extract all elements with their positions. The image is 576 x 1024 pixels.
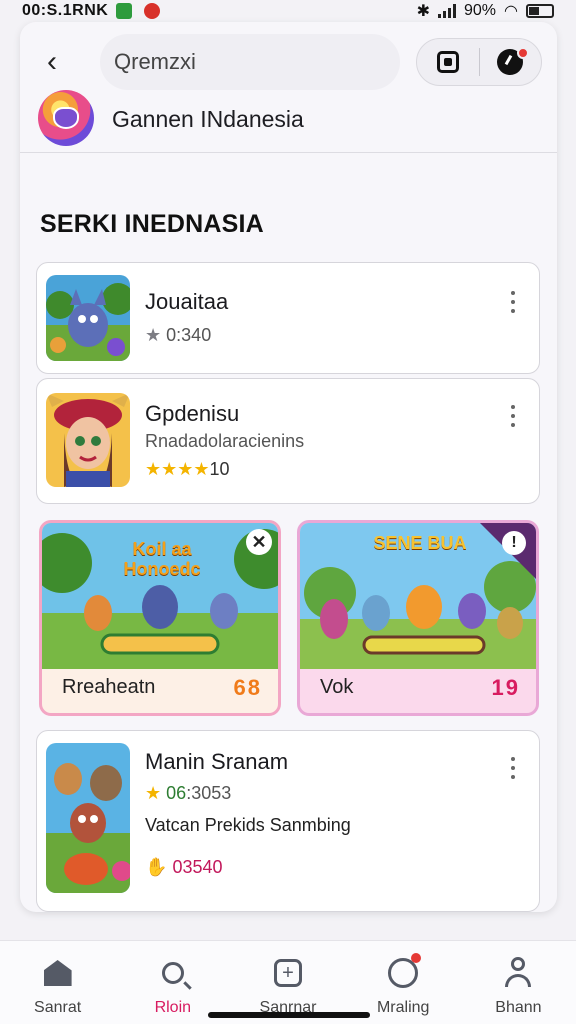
more-options-button[interactable] [509,291,517,313]
battery-icon [526,4,554,18]
list-item[interactable]: Manin Sranam ★ 06:3053 Vatcan Prekids Sa… [36,730,540,912]
status-bar: 00:S.1RNK ✱ 90% ◠ [0,0,576,22]
home-indicator[interactable] [208,1012,370,1018]
status-time: 00:S.1RNK [22,2,109,19]
action-pill [416,38,542,86]
profile-icon [502,957,534,989]
close-icon: ✕ [251,531,267,552]
notification-icon [116,3,133,19]
battery-percent: 90% [464,2,497,19]
channel-header[interactable]: Gannen INdanesia [20,88,557,150]
nav-label: Mraling [376,999,430,1016]
home-icon [42,957,74,989]
top-bar: ‹ Qremzxi [20,34,557,90]
notification-badge [516,47,529,59]
item-likes: ✋ 03540 [145,857,223,877]
featured-card[interactable]: SENE BUA ! Vok 19 [297,520,539,716]
featured-artwork: SENE BUA [300,523,536,669]
item-rating: ★ 06:3053 [145,783,232,803]
search-text: Qremzxi [114,49,196,74]
info-icon: ! [511,534,517,551]
main-panel: ‹ Qremzxi Gannen INdanesia SERKI INEDNAS… [20,22,557,912]
search-icon [157,957,189,989]
back-button[interactable]: ‹ [34,42,70,82]
record-icon [436,51,459,73]
item-title: Manin Sranam [145,749,289,774]
featured-label: Rreaheatn [62,676,156,698]
featured-label: Vok [320,676,354,698]
divider [20,152,557,153]
star-icon: ★★★★ [145,459,210,479]
star-icon: ★ [145,325,162,345]
channel-name: Gannen INdanesia [112,106,304,132]
list-item[interactable]: Gpdenisu Rnadadolaracienins ★★★★10 [36,378,540,504]
search-input[interactable]: Qremzxi [100,34,400,90]
item-description: Vatcan Prekids Sanmbing [145,815,351,835]
section-title: SERKI INEDNASIA [40,210,264,238]
status-right: ✱ 90% ◠ [417,1,554,21]
message-icon [387,953,422,989]
item-title: Gpdenisu [145,401,240,426]
bluetooth-icon: ✱ [416,3,430,20]
more-options-button[interactable] [509,757,517,779]
wifi-icon: ◠ [504,3,518,20]
featured-count: 19 [491,675,520,700]
channel-avatar [38,90,94,146]
like-icon: ✋ [145,857,168,877]
notification-badge [411,953,422,963]
info-button[interactable]: ! [502,531,526,555]
more-options-button[interactable] [509,405,517,427]
featured-card[interactable]: Koil aa Honoedc ✕ Rreaheatn 68 [39,520,281,716]
item-subtitle: Rnadadolaracienins [145,431,305,451]
nav-home[interactable]: Sanrat [0,941,115,1024]
capture-button[interactable] [417,38,479,86]
nav-label: Bhann [495,999,542,1016]
chevron-left-icon: ‹ [47,45,57,78]
notification-icon [144,3,161,19]
list-item[interactable]: Jouaitaa ★ 0:340 [36,262,540,374]
game-thumbnail [46,393,130,487]
close-button[interactable]: ✕ [246,529,272,555]
game-thumbnail [46,275,130,361]
notification-button[interactable] [479,38,541,86]
game-thumbnail [46,743,130,893]
item-rating: ★★★★10 [145,459,230,479]
signal-icon [438,4,456,18]
nav-profile[interactable]: Bhann [461,941,576,1024]
item-rating: ★ 0:340 [145,325,212,345]
item-title: Jouaitaa [145,289,229,314]
featured-banner: SENE BUA [373,533,467,553]
featured-artwork: Koil aa Honoedc [42,523,278,669]
featured-count: 68 [233,675,262,700]
nav-label: Rloin [154,999,192,1016]
featured-banner: Koil aa Honoedc [123,539,201,579]
nav-label: Sanrat [34,999,82,1016]
star-icon: ★ [145,783,162,803]
compose-icon: + [272,957,304,989]
